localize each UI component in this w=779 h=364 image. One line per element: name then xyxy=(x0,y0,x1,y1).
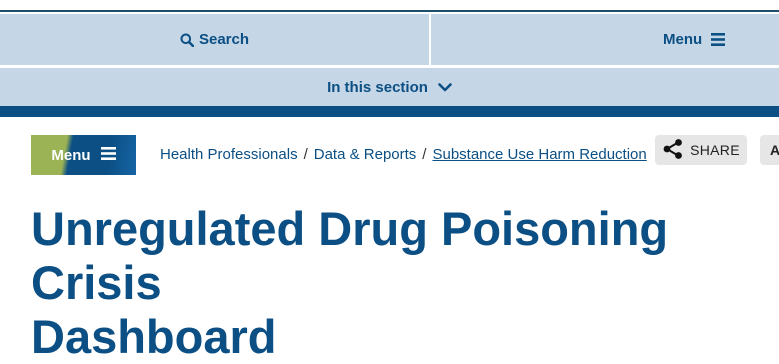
chevron-down-icon xyxy=(438,79,452,96)
breadcrumb-link-health-professionals[interactable]: Health Professionals xyxy=(160,146,298,163)
text-size-button[interactable]: A xyxy=(760,135,779,165)
page-menu-label: Menu xyxy=(51,146,91,164)
breadcrumb-link-data-reports[interactable]: Data & Reports xyxy=(314,146,417,163)
breadcrumb: Health Professionals / Data & Reports / … xyxy=(160,143,647,165)
breadcrumb-separator: / xyxy=(422,145,427,163)
top-menu-button[interactable]: Menu xyxy=(431,14,779,65)
breadcrumb-separator: / xyxy=(303,145,308,163)
in-this-section-toggle[interactable]: In this section xyxy=(0,68,779,106)
in-this-section-label: In this section xyxy=(327,78,428,96)
share-label: SHARE xyxy=(690,142,740,158)
top-nav: Search Menu xyxy=(0,14,779,65)
search-icon xyxy=(180,33,194,47)
page-title: Unregulated Drug Poisoning Crisis Dashbo… xyxy=(31,202,669,363)
text-size-label: A xyxy=(770,142,779,158)
breadcrumb-link-substance-use[interactable]: Substance Use Harm Reduction xyxy=(432,146,646,163)
share-button[interactable]: SHARE xyxy=(655,135,747,165)
hamburger-icon xyxy=(100,146,116,164)
top-rule xyxy=(0,0,779,12)
hamburger-icon xyxy=(711,33,726,46)
top-menu-label: Menu xyxy=(663,31,703,48)
header-band xyxy=(0,106,779,117)
search-button[interactable]: Search xyxy=(0,14,429,65)
share-icon xyxy=(662,138,684,163)
search-label: Search xyxy=(198,31,250,48)
page-menu-button[interactable]: Menu xyxy=(31,135,136,175)
